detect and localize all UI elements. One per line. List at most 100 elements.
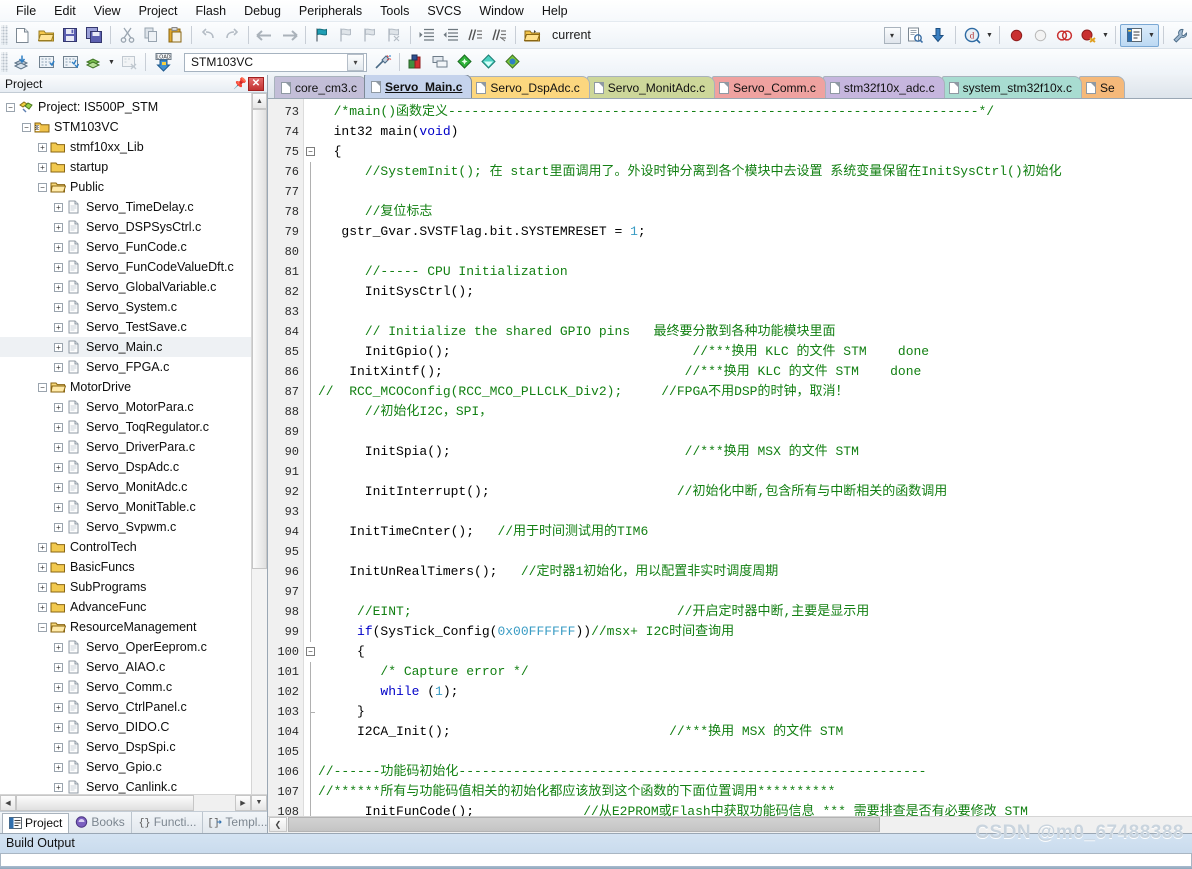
panel-tab-templ[interactable]: [] Templ...	[203, 811, 275, 833]
goto-definition-icon[interactable]	[927, 24, 951, 47]
disable-all-breakpoints-icon[interactable]	[1052, 24, 1076, 47]
expand-toggle-icon[interactable]: +	[54, 682, 63, 692]
expand-toggle-icon[interactable]: +	[54, 202, 63, 212]
editor-horizontal-scrollbar[interactable]: ❮	[268, 815, 1192, 833]
debug-dropdown-caret-icon[interactable]: ▼	[984, 24, 995, 46]
tree-item[interactable]: − Project: IS500P_STM	[0, 97, 251, 117]
build-target-icon[interactable]	[34, 51, 58, 74]
tree-item[interactable]: + Servo_MonitTable.c	[0, 497, 251, 517]
menu-item-project[interactable]: Project	[130, 2, 187, 20]
tree-item[interactable]: + stmf10xx_Lib	[0, 137, 251, 157]
expand-toggle-icon[interactable]: +	[54, 762, 63, 772]
scroll-up-icon[interactable]: ▲	[252, 93, 267, 109]
find-in-files-icon[interactable]	[903, 24, 927, 47]
tree-item[interactable]: + SubPrograms	[0, 577, 251, 597]
hscrollbar-thumb[interactable]	[16, 794, 194, 811]
bookmark-clear-icon[interactable]	[382, 24, 406, 47]
code-line[interactable]	[318, 182, 1192, 202]
tree-item[interactable]: + Servo_CtrlPanel.c	[0, 697, 251, 717]
code-line[interactable]: {	[318, 642, 1192, 662]
expand-toggle-icon[interactable]: +	[54, 482, 63, 492]
code-line[interactable]: int32 main(void)	[318, 122, 1192, 142]
save-icon[interactable]	[58, 24, 82, 47]
tree-item[interactable]: − Public	[0, 177, 251, 197]
expand-toggle-icon[interactable]: +	[54, 362, 63, 372]
copy-icon[interactable]	[139, 24, 163, 47]
code-line[interactable]: /* Capture error */	[318, 662, 1192, 682]
expand-toggle-icon[interactable]: +	[38, 162, 47, 172]
paste-icon[interactable]	[163, 24, 187, 47]
fold-marker[interactable]: −	[304, 642, 318, 662]
tree-item[interactable]: + Servo_FunCodeValueDft.c	[0, 257, 251, 277]
batch-build-caret-icon[interactable]: ▼	[106, 51, 117, 73]
editor-tab-servomonitadcc[interactable]: Servo_MonitAdc.c	[586, 76, 716, 98]
menu-item-edit[interactable]: Edit	[45, 2, 85, 20]
panel-tab-project[interactable]: Project	[2, 812, 70, 834]
code-line[interactable]: // RCC_MCOConfig(RCC_MCO_PLLCLK_Div2); /…	[318, 382, 1192, 402]
code-line[interactable]: I2CA_Init(); //***换用 MSX 的文件 STM	[318, 722, 1192, 742]
code-line[interactable]	[318, 422, 1192, 442]
menu-item-help[interactable]: Help	[533, 2, 577, 20]
books-window-icon[interactable]	[452, 51, 476, 74]
expand-toggle-icon[interactable]: +	[54, 782, 63, 792]
bookmark-next-icon[interactable]	[358, 24, 382, 47]
tree-item[interactable]: + Servo_MonitAdc.c	[0, 477, 251, 497]
manage-project-items-icon[interactable]	[404, 51, 428, 74]
breakpoints-dropdown-caret-icon[interactable]: ▼	[1100, 24, 1111, 46]
code-line[interactable]	[318, 462, 1192, 482]
expand-toggle-icon[interactable]: +	[38, 602, 47, 612]
expand-toggle-icon[interactable]: +	[54, 262, 63, 272]
expand-toggle-icon[interactable]: +	[38, 582, 47, 592]
close-icon[interactable]: ✕	[248, 76, 264, 91]
editor-tab-corecm3c[interactable]: core_cm3.c	[274, 76, 368, 98]
tree-item[interactable]: + AdvanceFunc	[0, 597, 251, 617]
configure-target-icon[interactable]: ▾	[881, 24, 903, 47]
toolbar-grip[interactable]	[1, 25, 8, 45]
pin-icon[interactable]: 📌	[232, 76, 248, 92]
tree-item[interactable]: + BasicFuncs	[0, 557, 251, 577]
expand-toggle-icon[interactable]: +	[54, 222, 63, 232]
editor-tab-systemstm32f10xc[interactable]: system_stm32f10x.c	[941, 76, 1082, 98]
insert-breakpoint-icon[interactable]	[1004, 24, 1028, 47]
bookmark-prev-icon[interactable]	[334, 24, 358, 47]
code-line[interactable]: //复位标志	[318, 202, 1192, 222]
code-line[interactable]: InitInterrupt(); //初始化中断,包含所有与中断相关的函数调用	[318, 482, 1192, 502]
code-line[interactable]: //EINT; //开启定时器中断,主要是显示用	[318, 602, 1192, 622]
menu-item-peripherals[interactable]: Peripherals	[290, 2, 371, 20]
download-to-flash-icon[interactable]: LOAD	[150, 51, 178, 74]
chevron-down-icon[interactable]: ▾	[347, 53, 364, 71]
batch-build-icon[interactable]	[82, 51, 106, 74]
menu-item-file[interactable]: File	[7, 2, 45, 20]
code-line[interactable]	[318, 582, 1192, 602]
tree-item[interactable]: + Servo_FPGA.c	[0, 357, 251, 377]
code-line[interactable]	[318, 542, 1192, 562]
tree-item[interactable]: + Servo_DSPSysCtrl.c	[0, 217, 251, 237]
fold-collapse-icon[interactable]: −	[306, 647, 315, 656]
code-line[interactable]: //SystemInit(); 在 start里面调用了。外设时钟分离到各个模块…	[318, 162, 1192, 182]
functions-window-icon[interactable]	[476, 51, 500, 74]
code-line[interactable]: }	[318, 702, 1192, 722]
expand-toggle-icon[interactable]: +	[54, 242, 63, 252]
tree-item[interactable]: + startup	[0, 157, 251, 177]
translate-file-icon[interactable]	[10, 51, 34, 74]
tree-item[interactable]: + Servo_MotorPara.c	[0, 397, 251, 417]
menu-item-flash[interactable]: Flash	[186, 2, 235, 20]
navigate-forward-icon[interactable]	[277, 24, 301, 47]
scroll-left-icon[interactable]: ◀	[0, 794, 16, 811]
editor-tab-servocommc[interactable]: Servo_Comm.c	[712, 76, 826, 98]
panel-tab-functi[interactable]: {} Functi...	[132, 811, 204, 833]
comment-lines-icon[interactable]	[463, 24, 487, 47]
tree-item[interactable]: + ControlTech	[0, 537, 251, 557]
expand-toggle-icon[interactable]: +	[54, 742, 63, 752]
tree-item[interactable]: + Servo_DIDO.C	[0, 717, 251, 737]
project-tree-horizontal-scrollbar[interactable]: ◀ ▶ ▼	[0, 793, 267, 811]
code-line[interactable]	[318, 302, 1192, 322]
editor-hscrollbar-thumb[interactable]	[288, 817, 880, 833]
expand-toggle-icon[interactable]: +	[54, 702, 63, 712]
code-line[interactable]: /*main()函数定义----------------------------…	[318, 102, 1192, 122]
menu-item-svcs[interactable]: SVCS	[418, 2, 470, 20]
target-selector[interactable]: STM103VC ▾	[184, 52, 367, 72]
debug-start-icon[interactable]: d	[960, 24, 984, 47]
navigate-back-icon[interactable]	[253, 24, 277, 47]
tree-item[interactable]: + Servo_DriverPara.c	[0, 437, 251, 457]
